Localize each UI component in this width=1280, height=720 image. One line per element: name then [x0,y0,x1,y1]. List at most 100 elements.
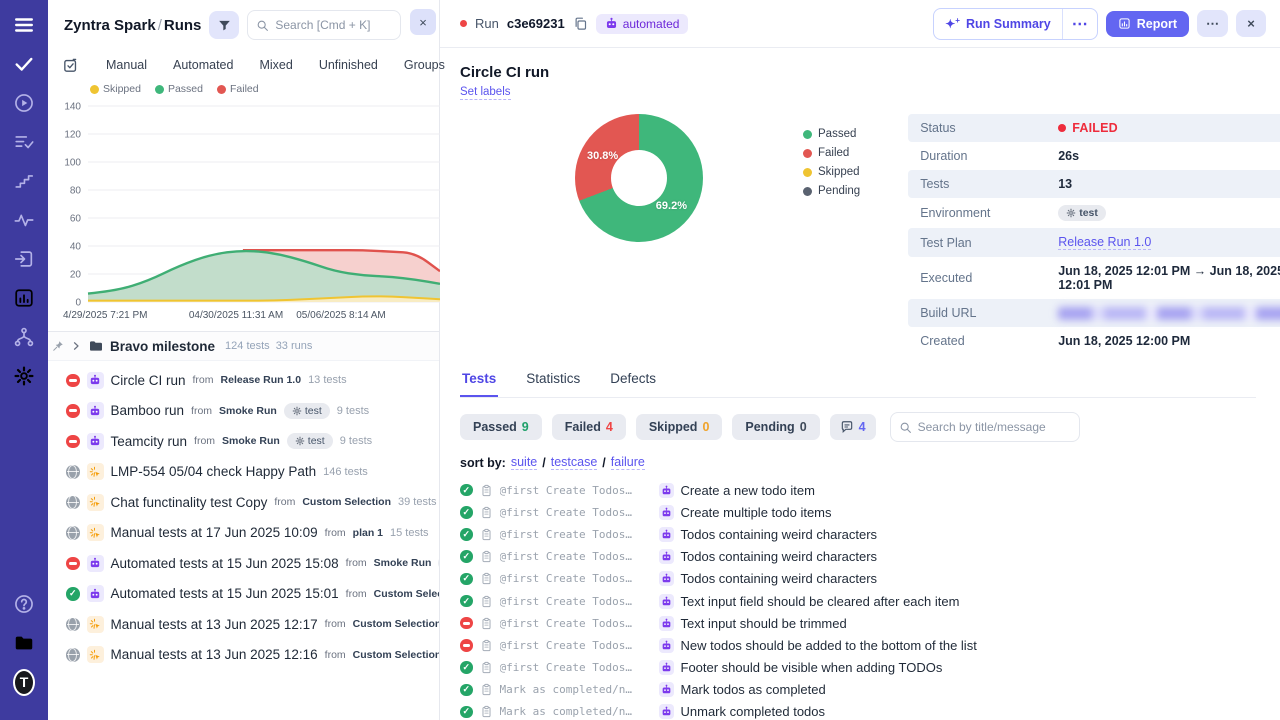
menu-icon[interactable] [13,14,35,36]
comments-filter-chip[interactable]: 4 [830,414,876,440]
run-tests-count: 9 tests [337,405,369,417]
gear-icon [295,436,305,446]
filter-button[interactable] [209,11,239,39]
info-row-executed: Executed Jun 18, 2025 12:01 PM → Jun 18,… [908,257,1280,299]
test-row[interactable]: Mark as completed/n… Mark todos as compl… [460,679,1256,701]
run-list: Circle CI run from Release Run 1.0 13 te… [48,361,439,720]
run-tests-count: 13 tests [308,374,347,386]
set-labels-link[interactable]: Set labels [460,86,511,100]
run-name: Manual tests at 17 Jun 2025 10:09 [111,525,318,540]
run-list-item[interactable]: Bamboo run from Smoke Run test 9 tests [48,396,439,427]
test-row[interactable]: @first Create Todos… Todos containing we… [460,523,1256,545]
runs-search[interactable] [247,10,401,40]
report-button[interactable]: Report [1106,11,1189,37]
run-status-icon [66,618,80,632]
check-icon[interactable] [13,53,35,75]
test-row[interactable]: @first Create Todos… Todos containing we… [460,546,1256,568]
test-suite-name: Mark as completed/n… [500,683,652,696]
sort-by-testcase[interactable]: testcase [551,455,598,470]
status-filter-chip[interactable]: Passed9 [460,414,542,440]
select-runs-icon[interactable] [62,57,79,74]
run-name: Manual tests at 13 Jun 2025 12:16 [111,647,318,662]
app-window: T Zyntra Spark/Runs × Manual [0,0,1280,720]
detail-tab[interactable]: Defects [608,371,658,397]
run-summary-more-button[interactable]: ⋯ [1063,9,1097,39]
status-filter-chip[interactable]: Pending0 [732,414,819,440]
pulse-icon[interactable] [13,209,35,231]
test-status-icon [460,550,473,563]
app-logo[interactable]: T [13,671,35,693]
branch-icon[interactable] [13,326,35,348]
svg-text:04/30/2025 11:31 AM: 04/30/2025 11:31 AM [189,310,283,321]
tests-search[interactable] [890,412,1080,442]
automated-badge[interactable]: automated [596,14,689,34]
more-options-button[interactable]: ⋯ [1197,10,1228,37]
bar-chart-icon[interactable] [13,287,35,309]
stairs-icon[interactable] [13,170,35,192]
tests-count-value: 13 [1058,177,1072,191]
detail-tab[interactable]: Tests [460,371,498,397]
play-circle-icon[interactable] [13,92,35,114]
run-list-item[interactable]: Manual tests at 13 Jun 2025 12:17 from C… [48,609,439,640]
close-detail-button[interactable]: × [1236,10,1266,37]
run-list-item[interactable]: LMP-554 05/04 check Happy Path 146 tests [48,457,439,488]
test-filters: Passed9 Failed4 Skipped0 Pending0 [460,412,1256,442]
list-check-icon[interactable] [13,131,35,153]
milestone-row[interactable]: Bravo milestone 124 tests 33 runs [48,331,439,361]
import-icon[interactable] [13,248,35,270]
test-row[interactable]: Mark as completed/n… Unmark completed to… [460,701,1256,720]
copy-icon[interactable] [573,16,588,31]
close-panel-button[interactable]: × [410,9,436,35]
test-status-icon [460,684,473,697]
run-name: Chat functinality test Copy [111,495,268,510]
run-type-icon [87,372,104,389]
test-status-icon [460,595,473,608]
svg-text:100: 100 [64,158,81,169]
test-row[interactable]: @first Create Todos… Todos containing we… [460,568,1256,590]
info-row-environment: Environment test [908,198,1280,228]
test-row[interactable]: @first Create Todos… Footer should be vi… [460,657,1256,679]
run-list-item[interactable]: Chat functinality test Copy from Custom … [48,487,439,518]
run-type-tabs: Manual Automated Mixed Unfinished Groups [48,48,439,80]
test-row[interactable]: @first Create Todos… New todos should be… [460,634,1256,656]
automated-test-icon [659,549,674,564]
test-plan-link[interactable]: Release Run 1.0 [1058,235,1151,250]
sort-by-failure[interactable]: failure [611,455,645,470]
help-icon[interactable] [13,593,35,615]
run-list-item[interactable]: Automated tests at 15 Jun 2025 15:08 fro… [48,548,439,579]
test-row[interactable]: @first Create Todos… Create multiple tod… [460,501,1256,523]
detail-tab[interactable]: Statistics [524,371,582,397]
run-type-tab[interactable]: Groups [391,54,458,76]
build-url-redacted[interactable] [1058,307,1280,320]
run-list-item[interactable]: Manual tests at 13 Jun 2025 12:16 from C… [48,640,439,671]
status-filter-chip[interactable]: Skipped0 [636,414,723,440]
run-type-tab[interactable]: Mixed [246,54,305,76]
test-row[interactable]: @first Create Todos… Text input should b… [460,612,1256,634]
run-source: Custom Selection [353,618,439,630]
test-row[interactable]: @first Create Todos… Text input field sh… [460,590,1256,612]
run-status-icon [66,526,80,540]
projects-icon[interactable] [13,632,35,654]
test-suite-name: @first Create Todos… [500,528,652,541]
environment-badge: test [1058,205,1106,221]
run-summary-button[interactable]: ✦+ Run Summary [934,9,1061,39]
run-list-item[interactable]: Teamcity run from Smoke Run test 9 tests [48,426,439,457]
test-row[interactable]: @first Create Todos… Create a new todo i… [460,479,1256,501]
run-list-item[interactable]: Automated tests at 15 Jun 2025 15:01 fro… [48,579,439,610]
run-type-tab[interactable]: Manual [93,54,160,76]
sort-row: sort by: suite / testcase / failure [460,455,1256,470]
run-list-item[interactable]: Manual tests at 17 Jun 2025 10:09 from p… [48,518,439,549]
run-type-tab[interactable]: Unfinished [306,54,391,76]
run-list-item[interactable]: Circle CI run from Release Run 1.0 13 te… [48,365,439,396]
tests-search-input[interactable] [918,420,1071,434]
sort-by-suite[interactable]: suite [511,455,537,470]
milestone-name[interactable]: Bravo milestone [110,339,215,354]
project-name[interactable]: Zyntra Spark [64,17,156,34]
svg-text:120: 120 [64,130,81,141]
run-type-tab[interactable]: Automated [160,54,246,76]
gear-icon[interactable] [13,365,35,387]
status-filter-chip[interactable]: Failed4 [552,414,626,440]
runs-search-input[interactable] [275,18,392,32]
chevron-right-icon[interactable] [70,340,82,352]
duration-value: 26s [1058,149,1079,163]
